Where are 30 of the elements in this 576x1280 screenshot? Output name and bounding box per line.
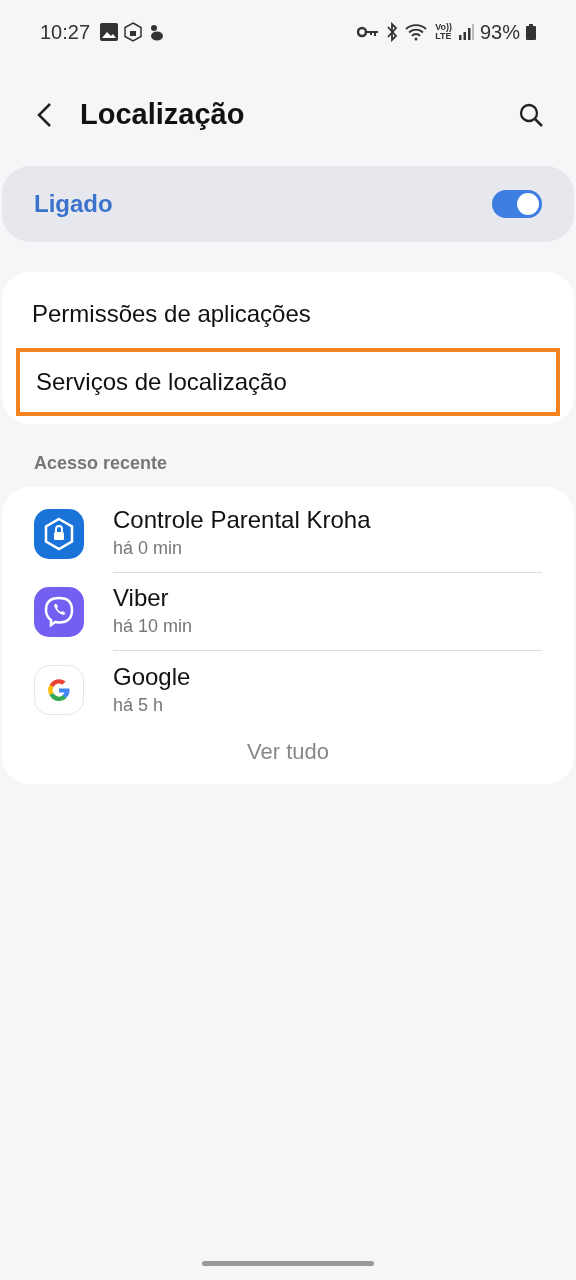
master-switch-card[interactable]: Ligado: [2, 166, 574, 242]
page-title: Localização: [80, 97, 245, 133]
battery-percent: 93%: [479, 20, 520, 45]
menu-item[interactable]: Serviços de localização: [16, 348, 560, 416]
access-time: há 0 min: [113, 537, 184, 560]
section-heading: Acesso recente: [34, 452, 169, 475]
battery-icon: [526, 24, 536, 40]
g-logo-icon: [34, 665, 84, 715]
switch-label: Ligado: [34, 189, 113, 219]
app-row[interactable]: Controle Parental Kroha há 0 min: [2, 495, 574, 573]
network-label: Vo)): [435, 23, 452, 32]
app-name: Controle Parental Kroha: [113, 505, 372, 535]
menu-item[interactable]: Permissões de aplicações: [2, 280, 574, 348]
see-all-button[interactable]: Ver tudo: [239, 735, 337, 768]
phone-bubble-icon: [34, 587, 84, 637]
app-row[interactable]: Viber há 10 min: [2, 573, 574, 651]
app-name: Google: [113, 661, 192, 692]
app-name: Viber: [113, 583, 170, 613]
access-time: há 10 min: [113, 615, 194, 638]
network-label: LTE: [435, 32, 452, 41]
toggle-switch[interactable]: [492, 190, 542, 218]
clock: 10:27: [40, 20, 91, 45]
shield-lock-icon: [124, 22, 143, 42]
access-time: há 5 h: [113, 693, 165, 717]
app-row[interactable]: Google há 5 h: [2, 651, 574, 729]
key-icon: [357, 26, 380, 38]
signal-icon: [457, 24, 474, 40]
bluetooth-icon: [385, 22, 400, 42]
shield-lock-icon: [34, 509, 84, 559]
image-icon: [100, 23, 119, 41]
